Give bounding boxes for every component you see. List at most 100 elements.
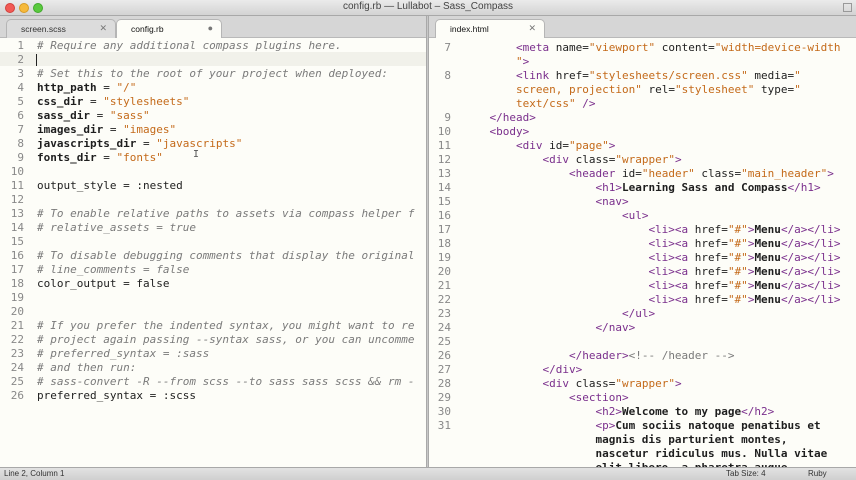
code-token: </a></li> [780, 237, 841, 250]
code-token: "main_header" [741, 167, 828, 180]
code-token: "stylesheets/screen.css" [588, 69, 748, 82]
code-token: > [827, 167, 834, 180]
code-token: <!-- /header --> [628, 349, 735, 362]
code-token: <div [542, 377, 569, 390]
code-token: "#" [727, 237, 748, 250]
code-token: class= [568, 153, 616, 166]
code-token: "stylesheets" [103, 95, 190, 108]
line-number: 20 [437, 265, 451, 278]
code-token: = [89, 109, 110, 122]
code-token: </a></li> [780, 223, 841, 236]
code-line: "> [463, 55, 529, 69]
index-html-editor[interactable]: 7 <meta name="viewport" content="width=d… [429, 38, 856, 467]
fullscreen-icon[interactable] [843, 3, 852, 12]
line-number: 14 [10, 221, 24, 234]
code-token: class= [568, 377, 616, 390]
code-line: <div id="page"> [463, 139, 615, 153]
code-token: type= [754, 83, 795, 96]
line-number: 4 [17, 81, 24, 94]
code-line: <section> [463, 391, 629, 405]
code-token: Learning Sass and Compass [621, 181, 788, 194]
code-token: "#" [727, 293, 748, 306]
code-token: href= [549, 69, 589, 82]
code-line: # project again passing --syntax sass, o… [37, 333, 415, 347]
code-line: magnis dis parturient montes, [463, 433, 787, 447]
line-number: 6 [17, 109, 24, 122]
code-token: <li><a [648, 279, 689, 292]
code-token: # Require any additional compass plugins… [37, 39, 342, 52]
code-token: </head> [489, 111, 536, 124]
code-token: > [674, 153, 682, 166]
line-number: 10 [437, 125, 451, 138]
code-token: href= [688, 279, 728, 292]
tab-size-selector[interactable]: Tab Size: 4 [726, 469, 766, 478]
line-number: 21 [437, 279, 451, 292]
config-rb-editor[interactable]: 1 # Require any additional compass plugin… [0, 38, 426, 467]
code-token: " [794, 83, 801, 96]
line-number: 25 [10, 375, 24, 388]
code-token: rel= [641, 83, 675, 96]
code-token: "#" [727, 265, 748, 278]
line-number: 23 [10, 347, 24, 360]
code-line: preferred_syntax = :scss [37, 389, 196, 403]
tab-index-html[interactable]: index.html ✕ [435, 19, 545, 38]
code-token: <ul> [621, 209, 649, 222]
code-token: <li><a [648, 251, 689, 264]
code-token: = [96, 151, 117, 164]
left-tab-bar: screen.scss ✕ config.rb ● [0, 16, 426, 38]
code-token: class= [694, 167, 742, 180]
code-line: javascripts_dir = "javascripts" [37, 137, 242, 151]
line-number: 13 [10, 207, 24, 220]
code-token: sass_dir [37, 109, 90, 122]
line-number: 12 [437, 153, 451, 166]
line-number: 23 [437, 307, 451, 320]
code-token: <nav> [595, 195, 629, 208]
code-token: text/css" [515, 97, 576, 110]
code-line: <p>Cum sociis natoque penatibus et [463, 419, 820, 433]
line-number: 13 [437, 167, 451, 180]
close-tab-icon[interactable]: ✕ [528, 23, 536, 34]
right-tab-bar: index.html ✕ [429, 16, 856, 38]
line-number: 22 [10, 333, 24, 346]
close-tab-icon[interactable]: ● [208, 23, 213, 33]
code-token: <div [515, 139, 543, 152]
code-token: = [96, 81, 117, 94]
line-number: 12 [10, 193, 24, 206]
tab-screen-scss[interactable]: screen.scss ✕ [6, 19, 116, 38]
code-token: id= [615, 167, 642, 180]
code-token: "images" [123, 123, 177, 136]
code-token: href= [688, 237, 728, 250]
code-token: </div> [542, 363, 583, 376]
code-token: Welcome to my page [621, 405, 742, 418]
code-line: <li><a href="#">Menu</a></li> [463, 223, 841, 237]
line-number: 29 [437, 391, 451, 404]
syntax-selector[interactable]: Ruby [808, 469, 827, 478]
code-token: "javascripts" [156, 137, 243, 150]
tab-config-rb[interactable]: config.rb ● [116, 19, 222, 38]
code-token: Menu [754, 223, 781, 236]
code-token: output_style = :nested [37, 179, 183, 192]
code-line: <h2>Welcome to my page</h2> [463, 405, 774, 419]
line-number: 28 [437, 377, 451, 390]
close-tab-icon[interactable]: ✕ [99, 23, 107, 34]
code-token: "width=device-width [714, 41, 841, 54]
code-line: <li><a href="#">Menu</a></li> [463, 237, 841, 251]
code-token: # Set this to the root of your project w… [37, 67, 388, 80]
line-number: 18 [10, 277, 24, 290]
code-line: color_output = false [37, 277, 169, 291]
code-line: </nav> [463, 321, 635, 335]
line-number: 17 [437, 223, 451, 236]
code-token: href= [688, 251, 728, 264]
